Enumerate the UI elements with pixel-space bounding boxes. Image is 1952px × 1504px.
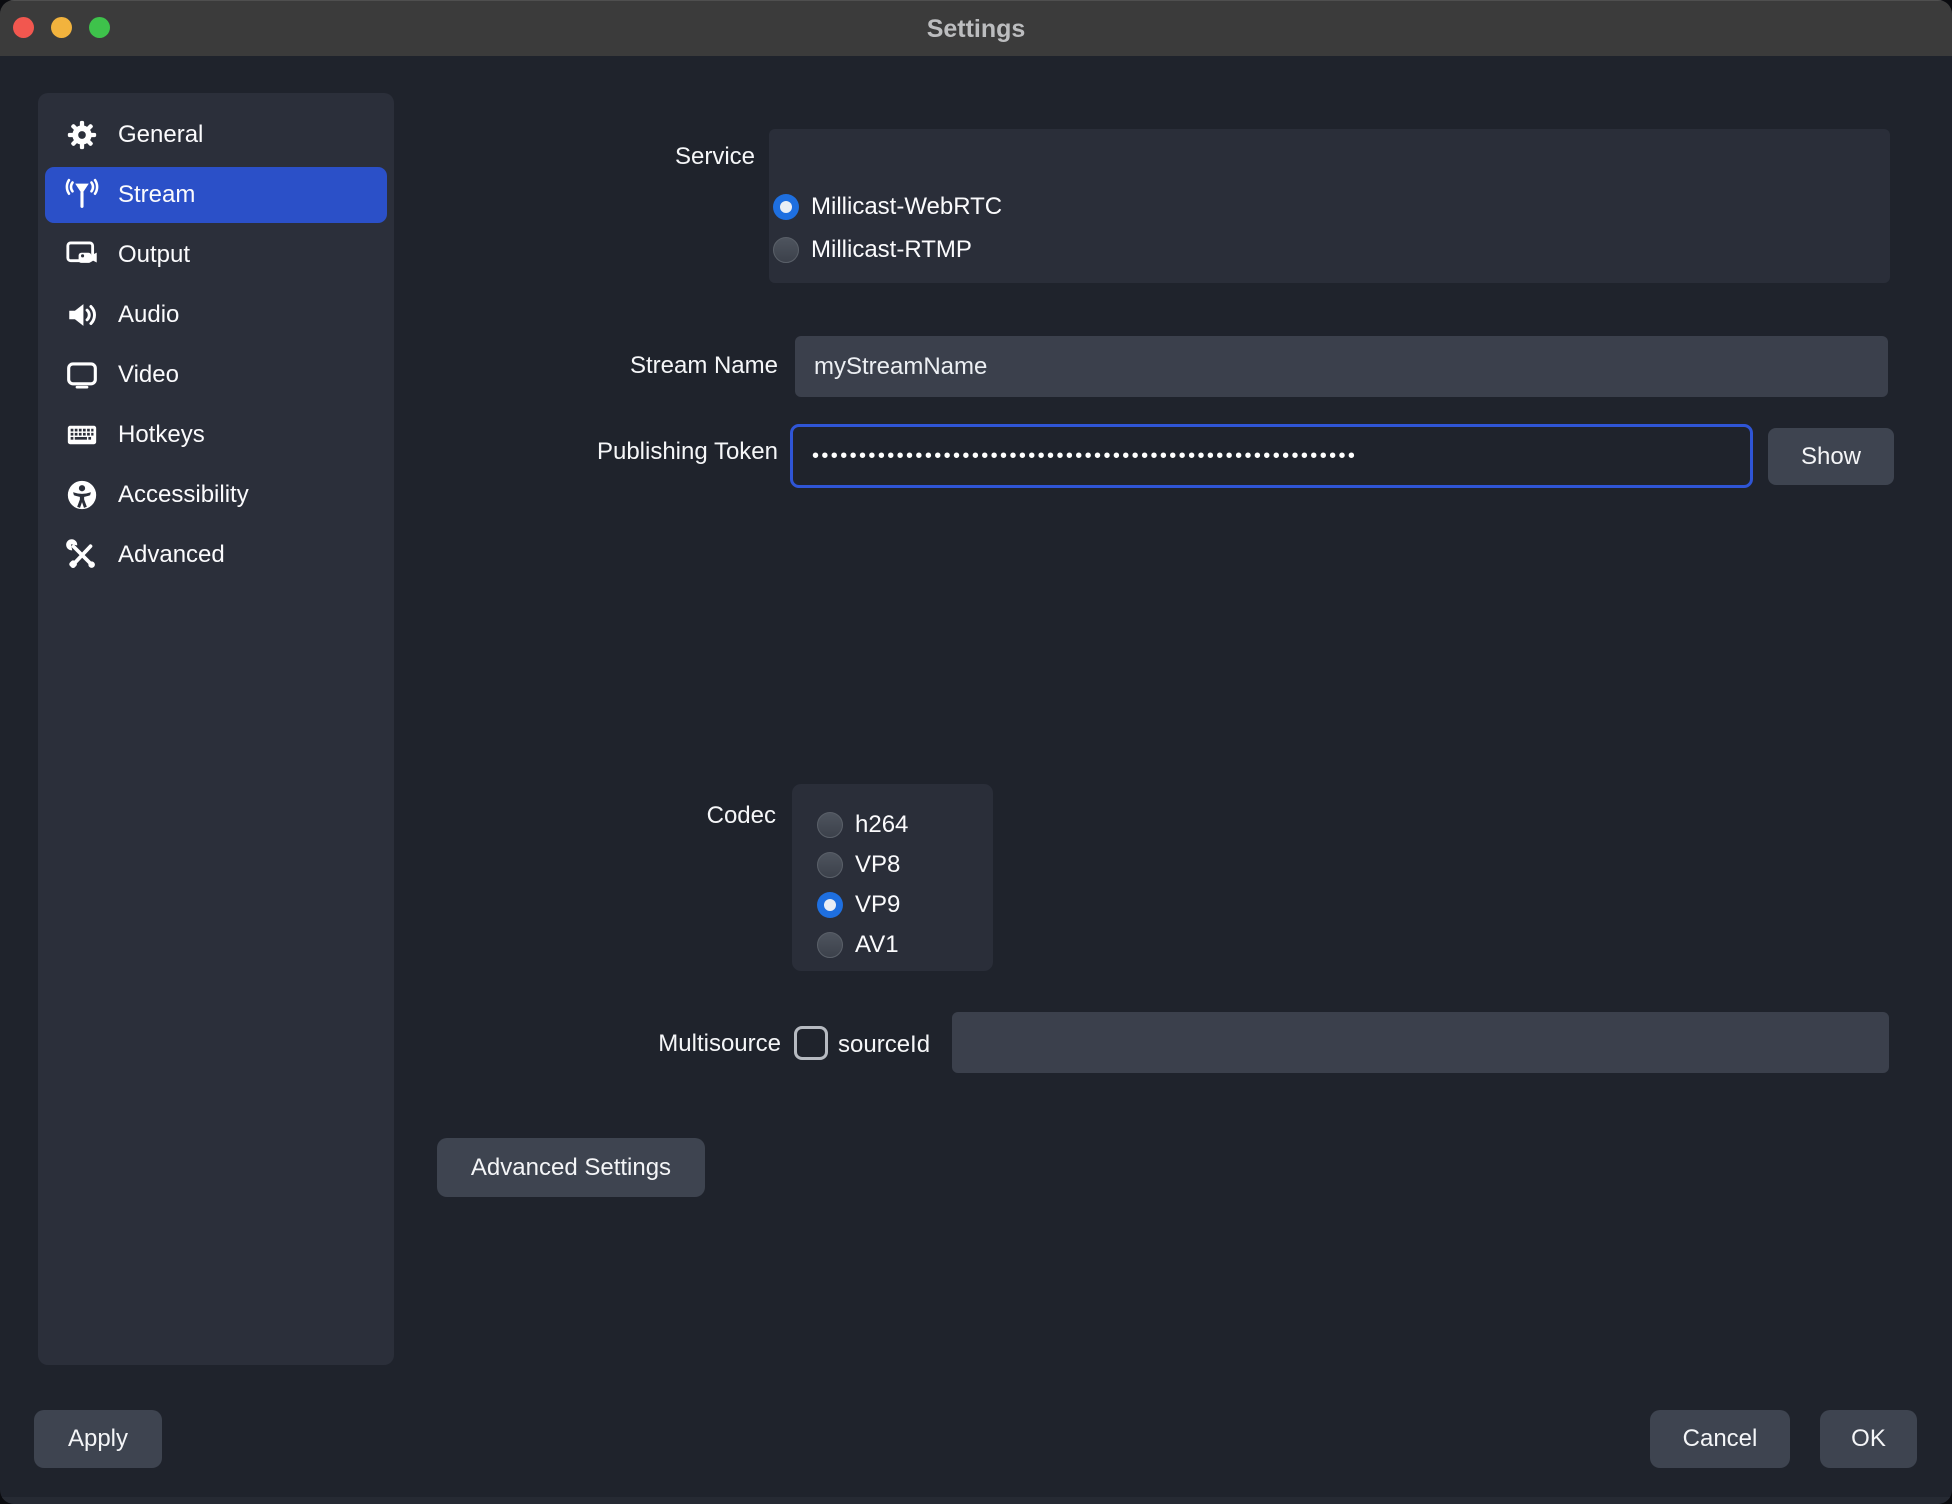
titlebar: Settings xyxy=(0,0,1952,56)
radio-selected-icon[interactable] xyxy=(773,194,799,220)
sidebar-item-label: Advanced xyxy=(118,541,225,569)
broadcast-icon xyxy=(62,178,102,212)
service-option-webrtc[interactable]: Millicast-WebRTC xyxy=(773,193,1002,221)
tools-icon xyxy=(62,538,102,572)
sidebar-item-video[interactable]: Video xyxy=(45,345,387,405)
radio-option-label: Millicast-RTMP xyxy=(811,236,972,264)
ok-button[interactable]: OK xyxy=(1820,1410,1917,1468)
radio-option-label: h264 xyxy=(855,811,908,839)
stream-name-input[interactable] xyxy=(795,336,1888,397)
service-label: Service xyxy=(675,143,755,171)
radio-option-label: AV1 xyxy=(855,931,899,959)
advanced-settings-button[interactable]: Advanced Settings xyxy=(437,1138,705,1197)
sidebar-item-label: Accessibility xyxy=(118,481,249,509)
window-title: Settings xyxy=(0,0,1952,56)
codec-label: Codec xyxy=(707,802,776,830)
speaker-icon xyxy=(62,298,102,332)
codec-option-h264[interactable]: h264 xyxy=(817,811,908,839)
sidebar-item-label: Video xyxy=(118,361,179,389)
service-option-rtmp[interactable]: Millicast-RTMP xyxy=(773,236,972,264)
sidebar: General Stream Output Audio Video xyxy=(38,93,394,1365)
radio-unselected-icon[interactable] xyxy=(817,852,843,878)
radio-unselected-icon[interactable] xyxy=(817,932,843,958)
service-panel: Millicast-WebRTC Millicast-RTMP xyxy=(769,129,1890,283)
sidebar-item-label: General xyxy=(118,121,203,149)
codec-option-vp9[interactable]: VP9 xyxy=(817,891,900,919)
sidebar-item-label: Audio xyxy=(118,301,179,329)
radio-unselected-icon[interactable] xyxy=(817,812,843,838)
radio-selected-icon[interactable] xyxy=(817,892,843,918)
sidebar-item-stream[interactable]: Stream xyxy=(45,167,387,223)
sourceid-checkbox-label: sourceId xyxy=(838,1031,930,1059)
stream-name-label: Stream Name xyxy=(630,352,778,380)
settings-window: Settings General Stream Output Audio xyxy=(0,0,1952,1504)
radio-option-label: VP8 xyxy=(855,851,900,879)
accessibility-icon xyxy=(62,478,102,512)
publishing-token-input[interactable] xyxy=(790,424,1753,488)
codec-option-vp8[interactable]: VP8 xyxy=(817,851,900,879)
radio-option-label: Millicast-WebRTC xyxy=(811,193,1002,221)
sidebar-item-hotkeys[interactable]: Hotkeys xyxy=(45,405,387,465)
codec-panel: h264 VP8 VP9 AV1 xyxy=(792,784,993,971)
gear-icon xyxy=(62,118,102,152)
keyboard-icon xyxy=(62,418,102,452)
sidebar-item-general[interactable]: General xyxy=(45,107,387,163)
sidebar-item-label: Hotkeys xyxy=(118,421,205,449)
sourceid-input[interactable] xyxy=(952,1012,1889,1073)
sidebar-item-accessibility[interactable]: Accessibility xyxy=(45,465,387,525)
multisource-label: Multisource xyxy=(658,1030,781,1058)
sidebar-item-audio[interactable]: Audio xyxy=(45,285,387,345)
sidebar-item-output[interactable]: Output xyxy=(45,225,387,285)
sidebar-item-label: Output xyxy=(118,241,190,269)
output-icon xyxy=(62,238,102,272)
radio-unselected-icon[interactable] xyxy=(773,237,799,263)
radio-option-label: VP9 xyxy=(855,891,900,919)
publishing-token-label: Publishing Token xyxy=(597,438,778,466)
show-token-button[interactable]: Show xyxy=(1768,428,1894,485)
sidebar-item-advanced[interactable]: Advanced xyxy=(45,525,387,585)
cancel-button[interactable]: Cancel xyxy=(1650,1410,1790,1468)
sidebar-item-label: Stream xyxy=(118,181,195,209)
monitor-icon xyxy=(62,358,102,392)
apply-button[interactable]: Apply xyxy=(34,1410,162,1468)
codec-option-av1[interactable]: AV1 xyxy=(817,931,899,959)
sourceid-checkbox[interactable] xyxy=(794,1026,828,1060)
